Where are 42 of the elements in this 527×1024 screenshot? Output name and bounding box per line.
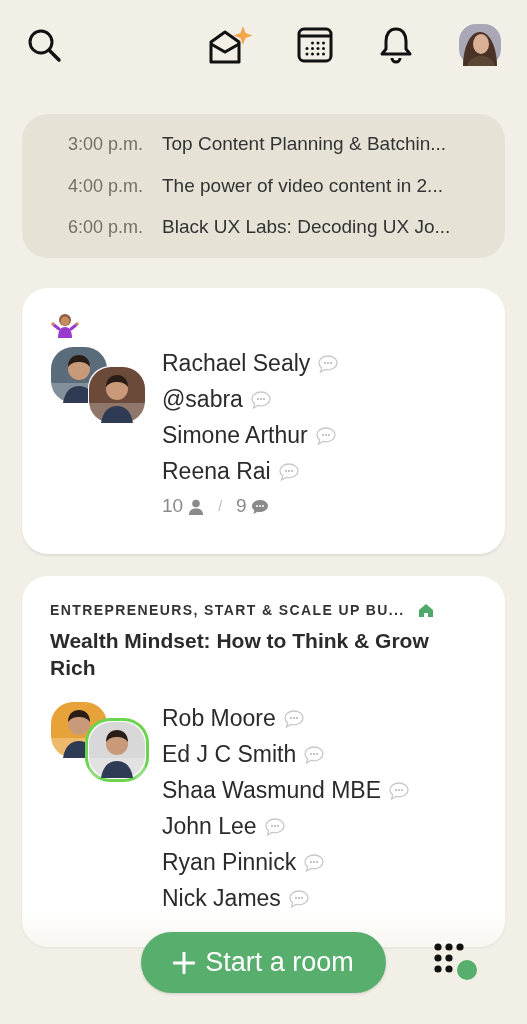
chat-bubble-icon [250, 390, 271, 409]
chat-bubble-icon [304, 745, 325, 764]
speaker-name: Rachael Sealy [162, 349, 311, 379]
person-icon [188, 498, 205, 515]
speaker-name: John Lee [162, 812, 257, 842]
bell-icon[interactable] [379, 26, 413, 64]
room-title: Wealth Mindset: How to Think & Grow Rich [50, 627, 430, 681]
chat-bubble-icon [283, 709, 304, 728]
speaker-name: Rob Moore [162, 704, 276, 734]
speaker-name: Shaa Wasmund MBE [162, 776, 382, 806]
chat-bubble-icon [389, 781, 410, 800]
room-card[interactable]: Rachael Sealy @sabra Simone Arthur Reena Rai 10 / 9 [22, 287, 505, 554]
listener-count: 10 [162, 494, 184, 519]
event-title: Top Content Planning & Batchin... [162, 132, 447, 156]
speaker-name: Simone Arthur [162, 421, 308, 451]
chat-bubble-icon [318, 354, 339, 373]
chat-bubble-icon [288, 889, 309, 908]
plus-icon [173, 951, 196, 974]
speaker-name: @sabra [162, 385, 243, 415]
separator: / [218, 497, 223, 516]
envelope-icon[interactable] [207, 24, 255, 66]
event-time: 4:00 p.m. [66, 174, 143, 198]
chat-bubble-icon [304, 853, 325, 872]
home-icon [418, 603, 433, 617]
chat-bubble-icon [250, 498, 269, 515]
upcoming-events-panel[interactable]: 3:00 p.m. Top Content Planning & Batchin... 4:00 p.m. The power of video content in 2... 6:00 p.m. Black UX Labs: Decoding UX Jo... [22, 114, 505, 258]
event-title: Black UX Labs: Decoding UX Jo... [162, 215, 451, 239]
event-time: 3:00 p.m. [66, 133, 143, 156]
club-name[interactable]: ENTREPRENEURS, START & SCALE UP BU... [50, 599, 405, 621]
room-card[interactable]: ENTREPRENEURS, START & SCALE UP BU... Wealth Mindset: How to Think & Grow Rich Rob Moore Ed J C Smith Shaa Wasmund MBE John Lee Ryan Pinnick Nick James [22, 575, 505, 947]
speaker-name: Ed J C Smith [162, 740, 297, 770]
speaker-name: Nick James [162, 884, 281, 914]
chat-bubble-icon [278, 462, 299, 481]
speaker-count: 9 [236, 494, 247, 519]
chat-bubble-icon [315, 426, 336, 445]
calendar-icon[interactable] [297, 27, 333, 63]
speaker-name: Reena Rai [162, 457, 271, 487]
event-time: 6:00 p.m. [66, 216, 143, 239]
chat-bubble-icon [264, 817, 285, 836]
search-icon[interactable] [26, 27, 62, 63]
speaker-name: Ryan Pinnick [162, 848, 297, 878]
event-title: The power of video content in 2... [162, 173, 443, 198]
